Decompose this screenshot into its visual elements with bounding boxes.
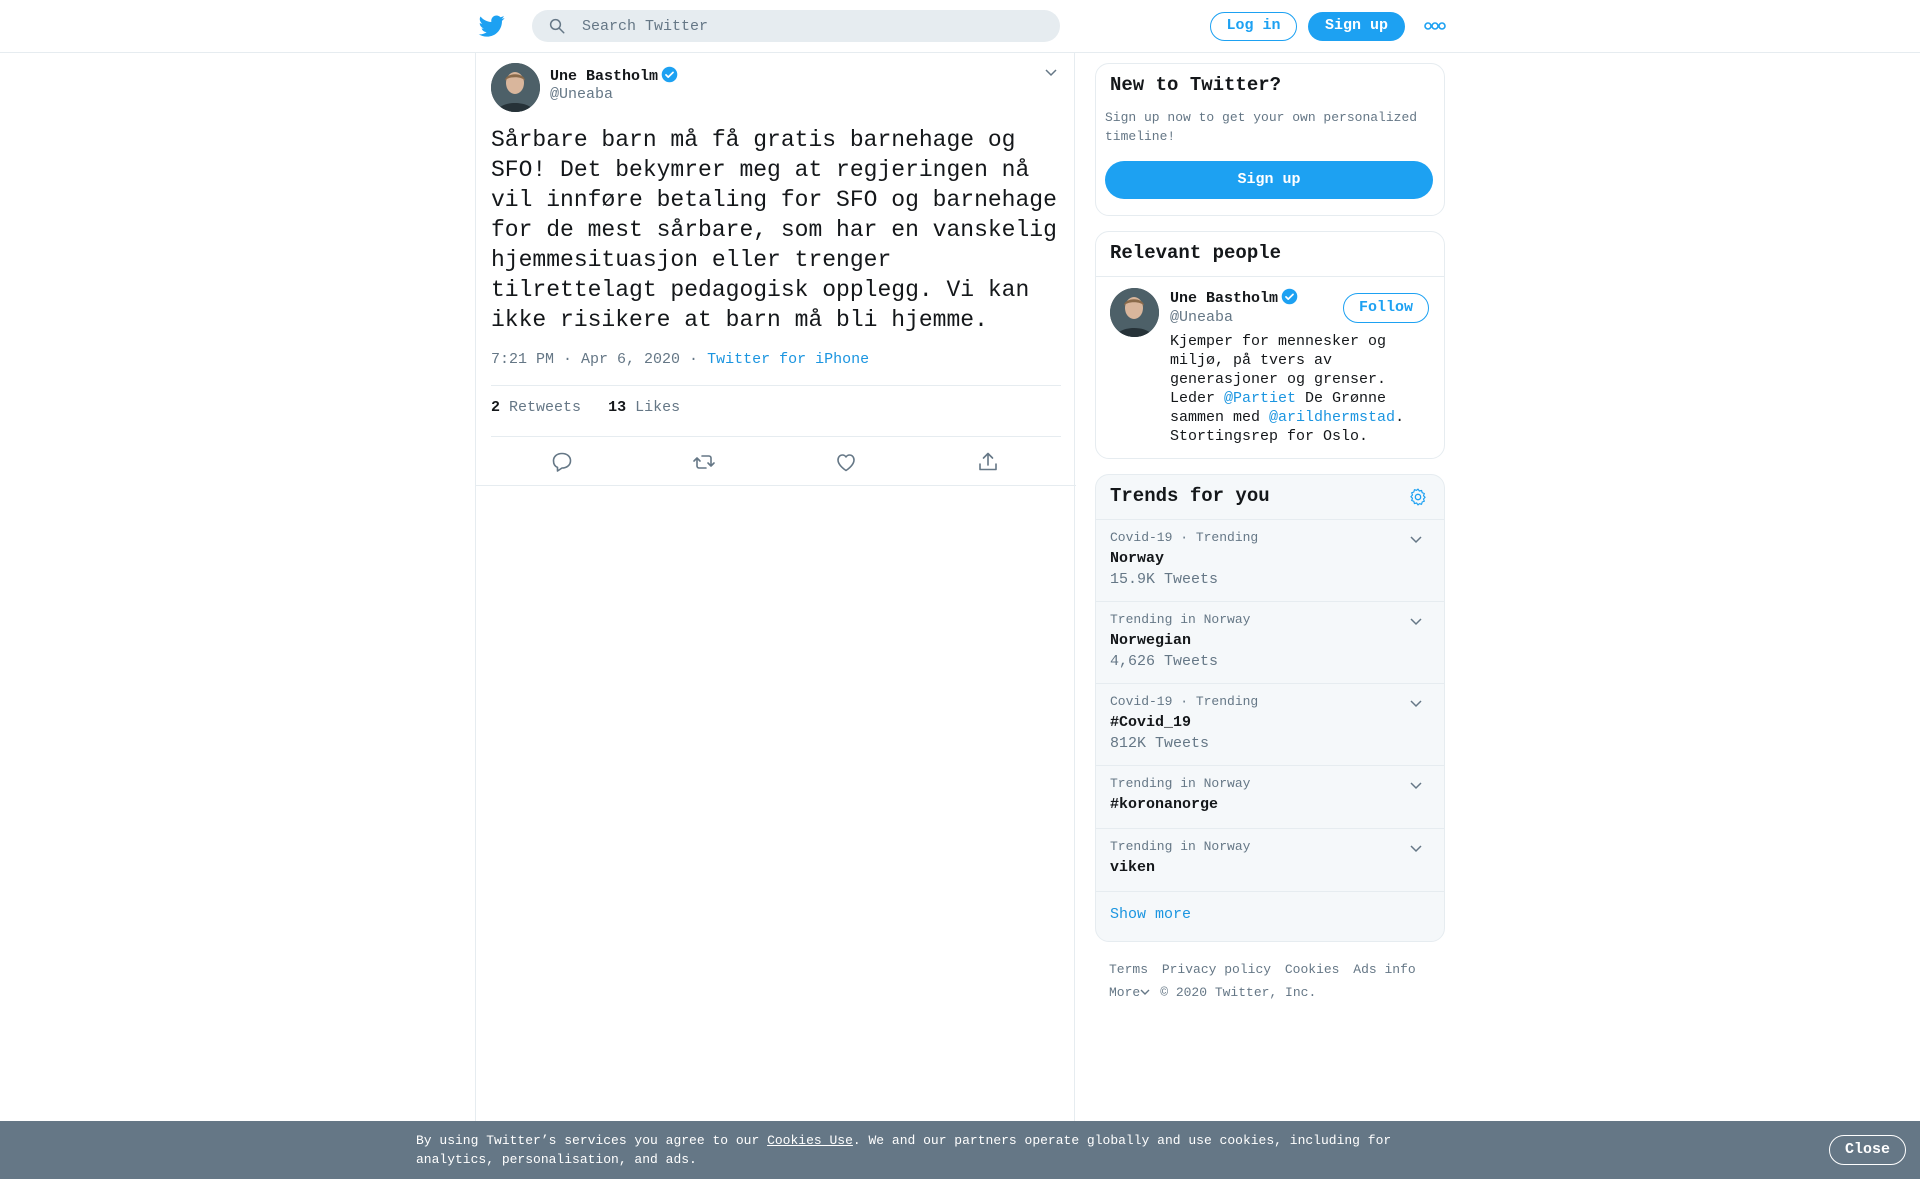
tweet-meta: 7:21 PM · Apr 6, 2020 · Twitter for iPho… bbox=[491, 351, 869, 368]
mention-link[interactable]: @Partiet bbox=[1224, 390, 1296, 407]
likes-label[interactable]: Likes bbox=[635, 399, 680, 416]
divider bbox=[491, 385, 1061, 386]
follow-button[interactable]: Follow bbox=[1343, 293, 1429, 323]
tweet-column: Une Bastholm @Uneaba Sårbare barn må få … bbox=[475, 53, 1076, 1123]
chevron-down-icon[interactable] bbox=[1140, 988, 1150, 996]
trend-name[interactable]: #Covid_19 bbox=[1110, 714, 1191, 731]
close-button[interactable]: Close bbox=[1829, 1135, 1906, 1165]
trend-context: Covid-19 · Trending bbox=[1110, 530, 1259, 545]
avatar[interactable] bbox=[1110, 288, 1159, 337]
chevron-down-icon[interactable] bbox=[1044, 65, 1058, 79]
person-name[interactable]: Une Bastholm bbox=[1170, 288, 1298, 307]
mention-link[interactable]: @arildhermstad bbox=[1269, 409, 1395, 426]
signup-button[interactable]: Sign up bbox=[1308, 12, 1405, 41]
person-bio: Kjemper for mennesker og miljø, på tvers… bbox=[1170, 333, 1405, 445]
retweet-icon[interactable] bbox=[692, 450, 716, 474]
card-description: Sign up now to get your own personalized… bbox=[1105, 110, 1418, 144]
trend-item[interactable]: Trending in Norway #koronanorge bbox=[1096, 765, 1444, 828]
trend-count: 15.9K Tweets bbox=[1110, 571, 1219, 588]
gear-icon[interactable] bbox=[1408, 487, 1428, 507]
footer-privacy-link[interactable]: Privacy policy bbox=[1162, 962, 1271, 977]
signup-button-large[interactable]: Sign up bbox=[1105, 161, 1433, 199]
retweets-label[interactable]: Retweets bbox=[509, 399, 581, 416]
trend-name[interactable]: Norway bbox=[1110, 550, 1164, 567]
footer-cookies-link[interactable]: Cookies bbox=[1285, 962, 1340, 977]
meta-dot: · bbox=[689, 351, 699, 368]
tweet-stats: 2 Retweets 13 Likes bbox=[491, 399, 680, 416]
reply-icon[interactable] bbox=[550, 450, 574, 474]
tweet-timestamp[interactable]: 7:21 PM · Apr 6, 2020 bbox=[491, 351, 680, 368]
footer-terms-link[interactable]: Terms bbox=[1109, 962, 1148, 977]
card-title: New to Twitter? bbox=[1110, 74, 1282, 96]
chevron-down-icon[interactable] bbox=[1409, 696, 1423, 710]
search-input[interactable] bbox=[582, 10, 1042, 42]
trend-item[interactable]: Trending in Norway Norwegian 4,626 Tweet… bbox=[1096, 601, 1444, 683]
retweets-count[interactable]: 2 bbox=[491, 399, 500, 416]
twitter-bird-icon[interactable] bbox=[478, 13, 506, 39]
cookies-use-link[interactable]: Cookies Use bbox=[767, 1133, 853, 1148]
more-dots-icon[interactable] bbox=[1424, 20, 1446, 32]
new-to-twitter-card: New to Twitter? Sign up now to get your … bbox=[1095, 63, 1445, 216]
trend-name[interactable]: viken bbox=[1110, 859, 1155, 876]
card-title: Relevant people bbox=[1110, 242, 1282, 264]
avatar[interactable] bbox=[491, 63, 540, 112]
trend-name[interactable]: Norwegian bbox=[1110, 632, 1191, 649]
cookie-text: By using Twitter’s services you agree to… bbox=[416, 1133, 1392, 1167]
trend-context: Trending in Norway bbox=[1110, 612, 1251, 627]
footer-ads-link[interactable]: Ads info bbox=[1353, 962, 1415, 977]
footer-links: Terms Privacy policy Cookies Ads info Mo… bbox=[1109, 958, 1439, 1004]
person-handle[interactable]: @Uneaba bbox=[1170, 309, 1233, 326]
tweet-actions bbox=[476, 445, 1076, 485]
chevron-down-icon[interactable] bbox=[1409, 778, 1423, 792]
trends-card: Trends for you Covid-19 · Trending Norwa… bbox=[1095, 474, 1445, 942]
top-nav: Log in Sign up bbox=[0, 0, 1920, 53]
relevant-people-card: Relevant people Une Bastholm @Uneaba Fol… bbox=[1095, 231, 1445, 459]
search-icon bbox=[549, 18, 565, 34]
divider bbox=[1096, 891, 1444, 892]
tweet-author-name[interactable]: Une Bastholm bbox=[550, 66, 678, 85]
trend-count: 4,626 Tweets bbox=[1110, 653, 1219, 670]
trend-item[interactable]: Covid-19 · Trending Norway 15.9K Tweets bbox=[1096, 519, 1444, 601]
divider bbox=[491, 436, 1061, 437]
verified-badge-icon bbox=[661, 66, 678, 83]
trend-item[interactable]: Trending in Norway viken bbox=[1096, 828, 1444, 891]
likes-count[interactable]: 13 bbox=[608, 399, 626, 416]
like-icon[interactable] bbox=[834, 450, 858, 474]
chevron-down-icon[interactable] bbox=[1409, 841, 1423, 855]
tweet-author-handle[interactable]: @Uneaba bbox=[550, 86, 613, 103]
chevron-down-icon[interactable] bbox=[1409, 614, 1423, 628]
cookie-banner: By using Twitter’s services you agree to… bbox=[0, 1121, 1920, 1179]
card-title: Trends for you bbox=[1110, 485, 1270, 507]
show-more-link[interactable]: Show more bbox=[1110, 906, 1191, 923]
divider bbox=[1096, 276, 1444, 277]
tweet-source-link[interactable]: Twitter for iPhone bbox=[707, 351, 869, 368]
verified-badge-icon bbox=[1281, 288, 1298, 305]
trend-context: Trending in Norway bbox=[1110, 776, 1251, 791]
share-icon[interactable] bbox=[976, 450, 1000, 474]
trend-count: 812K Tweets bbox=[1110, 735, 1210, 752]
trend-name[interactable]: #koronanorge bbox=[1110, 796, 1218, 813]
search-box[interactable] bbox=[532, 10, 1060, 42]
copyright: © 2020 Twitter, Inc. bbox=[1160, 985, 1317, 1000]
trend-item[interactable]: Covid-19 · Trending #Covid_19 812K Tweet… bbox=[1096, 683, 1444, 765]
login-button[interactable]: Log in bbox=[1210, 12, 1297, 41]
tweet-text: Sårbare barn må få gratis barnehage og S… bbox=[491, 127, 1071, 333]
trend-context: Covid-19 · Trending bbox=[1110, 694, 1259, 709]
trend-context: Trending in Norway bbox=[1110, 839, 1251, 854]
divider bbox=[476, 485, 1076, 486]
footer-more-button[interactable]: More bbox=[1109, 985, 1140, 1000]
chevron-down-icon[interactable] bbox=[1409, 532, 1423, 546]
